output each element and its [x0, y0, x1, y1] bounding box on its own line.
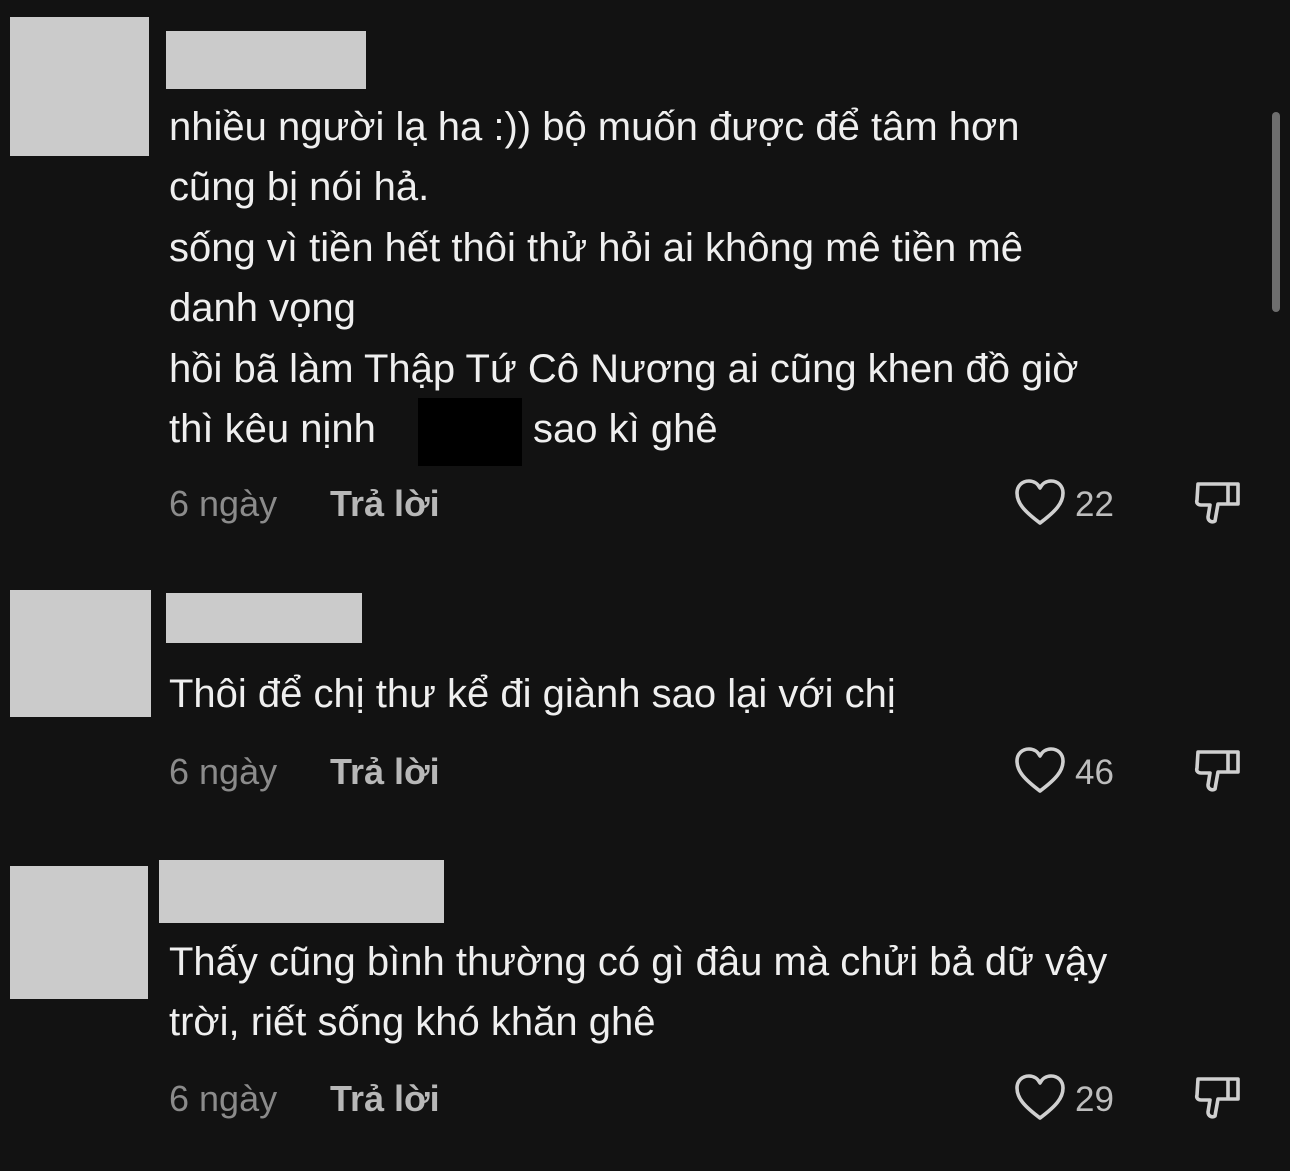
censor-block: [418, 398, 522, 466]
avatar[interactable]: [10, 590, 151, 717]
heart-outline-icon[interactable]: [1014, 1073, 1066, 1123]
username-redacted[interactable]: [166, 593, 362, 643]
username-redacted[interactable]: [159, 860, 444, 923]
reply-button[interactable]: Trả lời: [330, 484, 440, 524]
like-count: 46: [1075, 753, 1114, 792]
comment-text-line: Thấy cũng bình thường có gì đâu mà chửi …: [169, 940, 1108, 984]
thumbs-down-icon[interactable]: [1192, 478, 1244, 528]
comment-time: 6 ngày: [169, 751, 278, 792]
heart-outline-icon[interactable]: [1014, 746, 1066, 796]
comment-text-line: danh vọng: [169, 286, 356, 330]
heart-outline-icon[interactable]: [1014, 478, 1066, 528]
comment-text-line: trời, riết sống khó khăn ghê: [169, 1000, 656, 1044]
like-count: 29: [1075, 1080, 1114, 1119]
comment-text-line: Thôi để chị thư kể đi giành sao lại với …: [169, 672, 896, 716]
like-count: 22: [1075, 485, 1114, 524]
comment-text-line: sống vì tiền hết thôi thử hỏi ai không m…: [169, 226, 1023, 270]
reply-button[interactable]: Trả lời: [330, 752, 440, 792]
comment-text-line: hồi bã làm Thập Tứ Cô Nương ai cũng khen…: [169, 347, 1079, 391]
thumbs-down-icon[interactable]: [1192, 1073, 1244, 1123]
comment-text-line: thì kêu nịnh: [169, 407, 376, 451]
thumbs-down-icon[interactable]: [1192, 746, 1244, 796]
comment-text-line: sao kì ghê: [533, 407, 718, 451]
avatar[interactable]: [10, 17, 149, 156]
comment-text-line: nhiều người lạ ha :)) bộ muốn được để tâ…: [169, 105, 1020, 149]
comment-text-line: cũng bị nói hả.: [169, 165, 430, 209]
comment-time: 6 ngày: [169, 1078, 278, 1119]
comment-time: 6 ngày: [169, 483, 278, 524]
reply-button[interactable]: Trả lời: [330, 1079, 440, 1119]
username-redacted[interactable]: [166, 31, 366, 89]
scrollbar[interactable]: [1272, 112, 1280, 312]
avatar[interactable]: [10, 866, 148, 999]
